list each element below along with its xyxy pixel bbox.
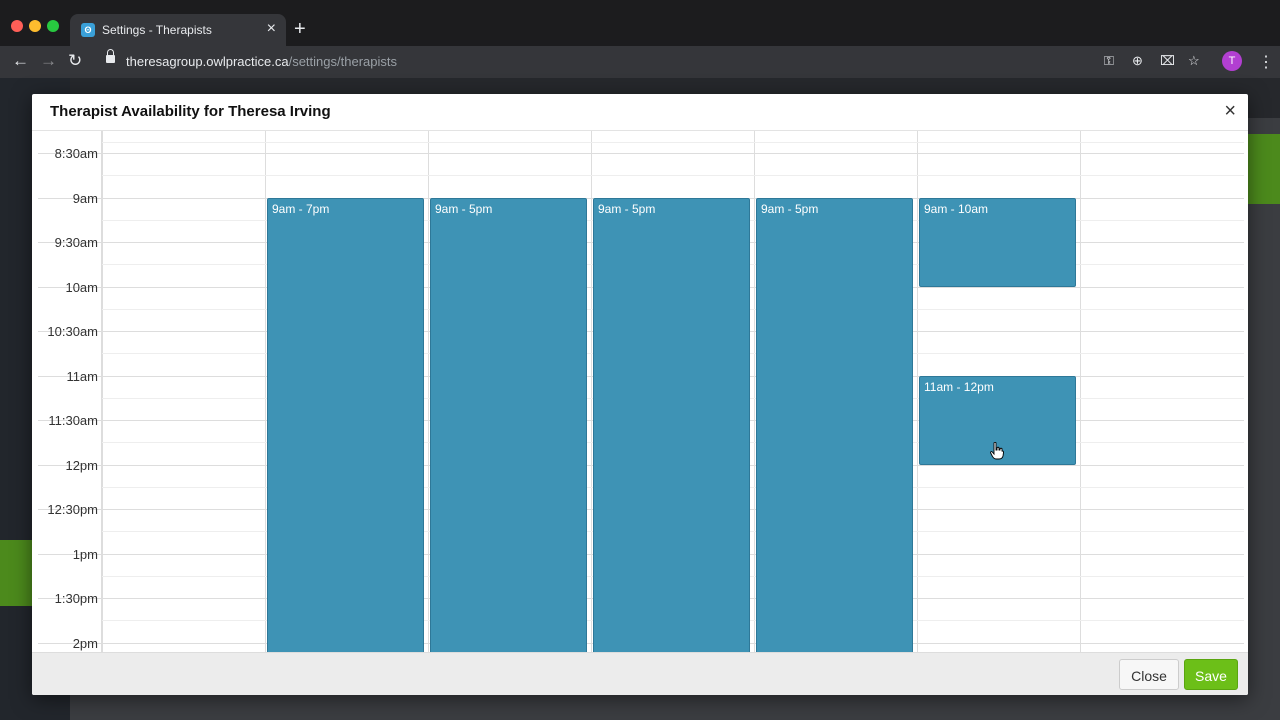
tab-close-icon[interactable]: × [267, 20, 276, 38]
forward-arrow-icon[interactable]: → [40, 51, 57, 71]
availability-block-label: 9am - 5pm [598, 201, 656, 216]
browser-titlebar: ʘ Settings - Therapists × + [0, 0, 1280, 46]
app-green-panel [1246, 134, 1280, 204]
time-label: 1pm [72, 546, 98, 562]
browser-menu-icon[interactable]: ⋮ [1258, 52, 1274, 72]
save-button[interactable]: Save [1184, 659, 1238, 690]
owl-favicon-icon: ʘ [81, 23, 95, 37]
modal-header: Therapist Availability for Theresa Irvin… [32, 94, 1248, 131]
address-bar[interactable]: theresagroup.owlpractice.ca/settings/the… [126, 54, 397, 69]
add-circle-icon[interactable]: ⊕ [1132, 53, 1143, 69]
back-arrow-icon[interactable]: ← [12, 51, 29, 71]
time-label: 12:30pm [47, 502, 98, 517]
availability-block-label: 9am - 7pm [272, 201, 330, 216]
bookmark-star-icon[interactable]: ☆ [1188, 53, 1200, 69]
availability-block[interactable]: 9am - 5pm [593, 197, 750, 652]
reload-icon[interactable]: ↻ [68, 51, 82, 71]
availability-calendar[interactable]: 8:30am 9am 9:30am 10am 10:30am 11am 11:30am 12p… [38, 131, 1244, 652]
availability-modal: Therapist Availability for Theresa Irvin… [32, 94, 1248, 695]
time-label: 8:30am [54, 146, 98, 161]
availability-block-label: 9am - 5pm [761, 201, 819, 216]
window-zoom-button[interactable] [47, 20, 59, 32]
availability-block[interactable]: 9am - 7pm [267, 197, 424, 652]
key-icon[interactable]: ⚿ [1104, 53, 1114, 69]
close-button[interactable]: Close [1119, 659, 1179, 690]
time-label: 12pm [65, 457, 98, 473]
availability-block[interactable]: 9am - 10am [919, 197, 1076, 287]
window-minimize-button[interactable] [29, 20, 41, 32]
browser-tab[interactable]: ʘ Settings - Therapists × [70, 14, 286, 46]
profile-avatar[interactable]: T [1222, 51, 1242, 71]
grid-line [102, 175, 1244, 177]
time-label: 9am [72, 190, 98, 206]
availability-block-label: 9am - 10am [924, 201, 989, 216]
day-column[interactable] [102, 131, 266, 652]
availability-block[interactable]: 9am - 5pm [756, 197, 913, 652]
time-label: 10:30am [47, 324, 98, 339]
hand-pointer-cursor-icon [990, 442, 1004, 460]
time-label: 10am [65, 279, 98, 295]
availability-block[interactable]: 9am - 5pm [430, 197, 587, 652]
time-label: 11:30am [48, 413, 98, 428]
url-path: /settings/therapists [288, 54, 397, 69]
tab-title: Settings - Therapists [102, 23, 212, 37]
modal-title: Therapist Availability for Theresa Irvin… [50, 103, 331, 120]
lock-icon[interactable] [106, 49, 115, 63]
url-host: theresagroup.owlpractice.ca [126, 54, 289, 69]
grid-line [38, 153, 1244, 154]
time-label: 2pm [72, 635, 98, 651]
day-column[interactable] [1080, 131, 1244, 652]
new-tab-icon[interactable]: + [294, 19, 306, 39]
time-label: 1:30pm [54, 591, 98, 606]
time-label: 11am [66, 368, 98, 384]
translate-icon[interactable]: ⌧ [1160, 53, 1175, 69]
window-close-button[interactable] [11, 20, 23, 32]
availability-block-label: 11am - 12pm [924, 379, 994, 394]
grid-line [102, 142, 1244, 143]
time-label: 9:30am [54, 235, 98, 250]
browser-toolbar: ← → ↻ theresagroup.owlpractice.ca/settin… [0, 46, 1280, 78]
modal-footer: Close Save [32, 652, 1248, 695]
availability-block-label: 9am - 5pm [435, 201, 493, 216]
modal-close-icon[interactable]: × [1224, 101, 1236, 121]
